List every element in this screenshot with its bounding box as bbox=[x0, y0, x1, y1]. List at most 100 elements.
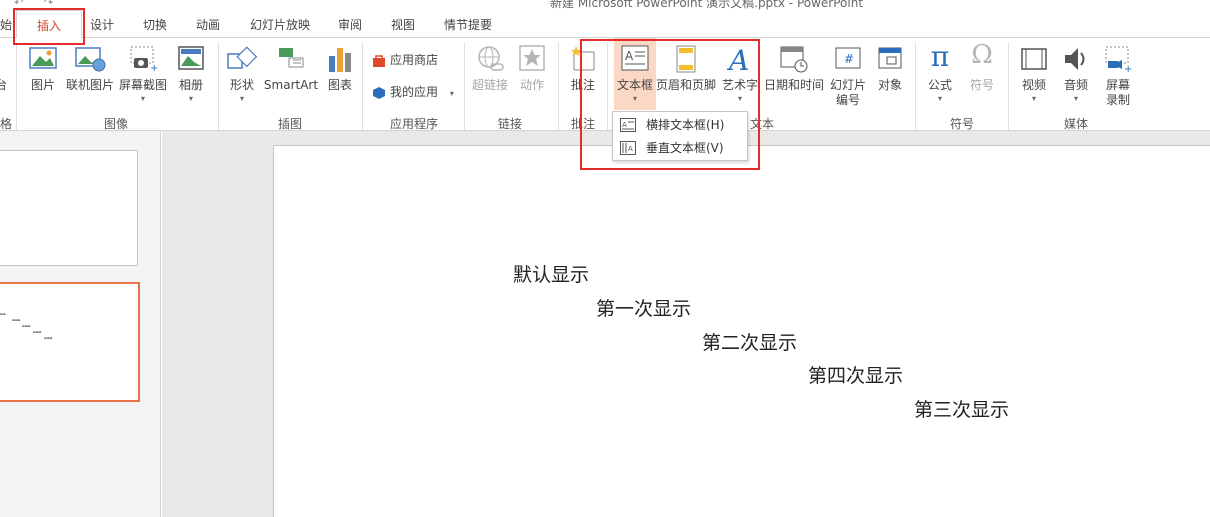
svg-text:A: A bbox=[726, 44, 749, 74]
slide-canvas[interactable]: 默认显示 第一次显示 第二次显示 第四次显示 第三次显示 bbox=[273, 145, 1210, 517]
shapes-icon bbox=[227, 46, 258, 69]
tab-transitions[interactable]: 切换 bbox=[143, 16, 167, 33]
shapes-button[interactable]: 形状 ▾ bbox=[224, 38, 260, 114]
chevron-down-icon: ▾ bbox=[1031, 94, 1036, 103]
screen-record-icon: + bbox=[1105, 46, 1132, 74]
partial-new-slide-button[interactable]: 台 bbox=[0, 38, 8, 114]
textbox-icon: A bbox=[621, 45, 649, 71]
audio-button[interactable]: 音频 ▾ bbox=[1056, 38, 1096, 114]
slide-text-fourth[interactable]: 第四次显示 bbox=[808, 361, 903, 388]
svg-text:#: # bbox=[844, 52, 854, 66]
calendar-icon bbox=[780, 46, 808, 73]
header-footer-button[interactable]: 页眉和页脚 bbox=[656, 38, 716, 114]
speaker-icon bbox=[1065, 48, 1085, 70]
pi-icon: π bbox=[930, 40, 950, 73]
screen-recording-button[interactable]: + 屏幕 录制 bbox=[1098, 38, 1138, 114]
thumbnail-text-line: ▬▬▬ bbox=[12, 318, 21, 322]
smartart-button[interactable]: SmartArt bbox=[262, 38, 320, 114]
comment-button[interactable]: 批注 bbox=[563, 38, 603, 114]
store-icon bbox=[373, 54, 385, 67]
tab-storyboard[interactable]: 情节提要 bbox=[444, 16, 492, 33]
symbol-button[interactable]: Ω 符号 bbox=[962, 38, 1002, 114]
group-label-text: 文本 bbox=[750, 117, 775, 131]
window-title: 新建 Microsoft PowerPoint 演示文稿.pptx - Powe… bbox=[550, 0, 864, 10]
my-apps-button[interactable]: 我的应用 ▾ bbox=[372, 82, 454, 102]
hyperlink-button[interactable]: 超链接 bbox=[470, 38, 510, 114]
chevron-down-icon: ▾ bbox=[188, 94, 193, 103]
menu-item-horizontal-textbox[interactable]: A 横排文本框(H) bbox=[614, 114, 746, 136]
group-label-symbols: 符号 bbox=[950, 117, 975, 131]
group-label-apps: 应用程序 bbox=[390, 117, 439, 131]
tab-review[interactable]: 审阅 bbox=[338, 16, 362, 33]
slide-editor: 默认显示 第一次显示 第二次显示 第四次显示 第三次显示 bbox=[162, 131, 1210, 517]
ribbon-tabs: 始 插入 设计 切换 动画 幻灯片放映 审阅 视图 情节提要 bbox=[0, 10, 1210, 39]
ribbon: 台 格 图片 联机图片 + 屏幕截图 ▾ 相册 ▾ 图像 形状 ▾ SmartA… bbox=[0, 37, 1210, 131]
title-bar: ↶ ↷ 新建 Microsoft PowerPoint 演示文稿.pptx - … bbox=[0, 0, 1210, 10]
partial-group-label: 格 bbox=[0, 117, 13, 131]
chevron-down-icon: ▾ bbox=[140, 94, 145, 103]
svg-text:A: A bbox=[628, 145, 633, 153]
thumbnail-text-line: ▬▬▬ bbox=[22, 324, 31, 328]
chevron-down-icon: ▾ bbox=[239, 94, 244, 103]
tab-slideshow[interactable]: 幻灯片放映 bbox=[250, 16, 310, 33]
slide-text-second[interactable]: 第二次显示 bbox=[702, 328, 797, 355]
online-picture-icon bbox=[75, 47, 106, 72]
group-label-images: 图像 bbox=[104, 117, 129, 131]
svg-text:+: + bbox=[150, 63, 158, 74]
tab-view[interactable]: 视图 bbox=[391, 16, 415, 33]
undo-icon[interactable]: ↶ bbox=[14, 0, 23, 9]
tab-animations[interactable]: 动画 bbox=[196, 16, 220, 33]
app-store-button[interactable]: 应用商店 bbox=[372, 50, 438, 70]
chevron-down-icon: ▾ bbox=[449, 89, 454, 98]
slide-text-first[interactable]: 第一次显示 bbox=[596, 294, 691, 321]
chevron-down-icon: ▾ bbox=[632, 94, 637, 103]
slide-thumbnail-pane: ▬▬ ▬▬▬ ▬▬▬ ▬▬▬ ▬▬▬ bbox=[0, 131, 161, 517]
album-button[interactable]: 相册 ▾ bbox=[172, 38, 210, 114]
video-button[interactable]: 视频 ▾ bbox=[1014, 38, 1054, 114]
textbox-dropdown-menu: A 横排文本框(H) A 垂直文本框(V) bbox=[612, 111, 748, 161]
globe-link-icon bbox=[478, 46, 504, 71]
chart-button[interactable]: 图表 bbox=[324, 38, 356, 114]
horizontal-textbox-icon: A bbox=[620, 118, 636, 132]
slide-thumbnail-1[interactable] bbox=[0, 150, 138, 266]
group-label-links: 链接 bbox=[498, 117, 523, 131]
date-time-button[interactable]: 日期和时间 bbox=[762, 38, 826, 114]
online-picture-button[interactable]: 联机图片 bbox=[64, 38, 116, 114]
star-action-icon bbox=[519, 45, 545, 71]
screenshot-icon: + bbox=[130, 46, 158, 74]
wordart-button[interactable]: A 艺术字 ▾ bbox=[720, 38, 760, 114]
vertical-textbox-icon: A bbox=[620, 141, 636, 155]
album-icon bbox=[178, 46, 204, 70]
screenshot-button[interactable]: + 屏幕截图 ▾ bbox=[117, 38, 169, 114]
svg-text:+: + bbox=[1124, 64, 1132, 74]
omega-icon: Ω bbox=[971, 40, 993, 70]
slide-thumbnail-2[interactable]: ▬▬ ▬▬▬ ▬▬▬ ▬▬▬ ▬▬▬ bbox=[0, 282, 140, 402]
smartart-icon bbox=[279, 48, 304, 68]
group-label-comments: 批注 bbox=[571, 117, 596, 131]
thumbnail-text-line: ▬▬▬ bbox=[33, 330, 42, 334]
slide-text-default[interactable]: 默认显示 bbox=[513, 260, 589, 287]
object-button[interactable]: 对象 bbox=[870, 38, 910, 114]
slide-text-third[interactable]: 第三次显示 bbox=[914, 395, 1009, 422]
chevron-down-icon: ▾ bbox=[1073, 94, 1078, 103]
tab-design[interactable]: 设计 bbox=[90, 16, 114, 33]
chevron-down-icon: ▾ bbox=[937, 94, 942, 103]
tab-insert[interactable]: 插入 bbox=[16, 10, 82, 39]
wordart-icon: A bbox=[726, 44, 749, 74]
film-icon bbox=[1021, 48, 1047, 70]
picture-button[interactable]: 图片 bbox=[24, 38, 62, 114]
redo-icon[interactable]: ↷ bbox=[44, 0, 53, 9]
menu-item-vertical-textbox[interactable]: A 垂直文本框(V) bbox=[614, 137, 746, 159]
picture-icon bbox=[29, 47, 57, 69]
equation-button[interactable]: π 公式 ▾ bbox=[920, 38, 960, 114]
comment-icon bbox=[571, 46, 595, 71]
slide-number-icon: # bbox=[835, 47, 861, 69]
object-icon bbox=[878, 47, 902, 69]
group-label-illustrations: 插图 bbox=[278, 117, 303, 131]
bar-chart-icon bbox=[329, 48, 351, 72]
textbox-button[interactable]: A 文本框 ▾ bbox=[614, 38, 656, 110]
my-apps-icon bbox=[373, 86, 385, 99]
slide-number-button[interactable]: # 幻灯片 编号 bbox=[828, 38, 868, 114]
action-button[interactable]: 动作 bbox=[512, 38, 552, 114]
tab-home[interactable]: 始 bbox=[0, 16, 12, 33]
